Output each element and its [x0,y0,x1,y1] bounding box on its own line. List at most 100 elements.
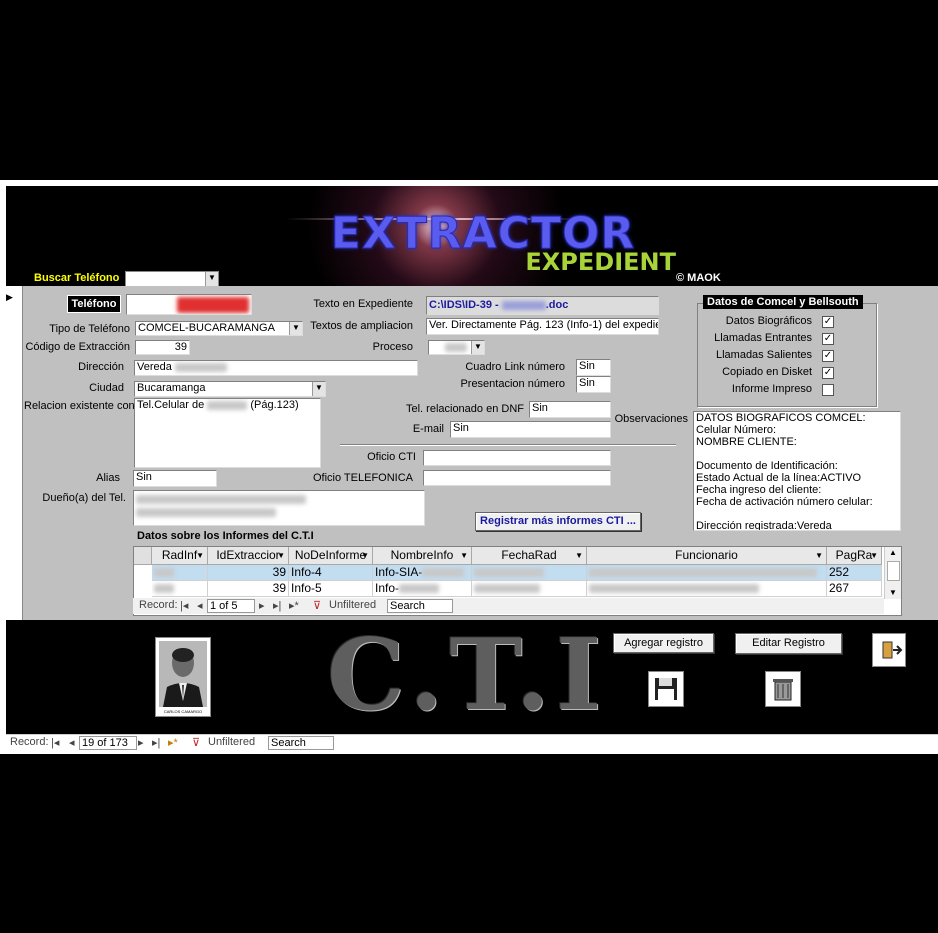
prev-record-icon[interactable]: ◂ [197,599,203,612]
col-nombreinfo[interactable]: NombreInfo ▼ [373,547,472,565]
table-cell-funcionario[interactable] [587,581,827,597]
last-record-icon[interactable]: ▸| [273,599,281,612]
editar-registro-button[interactable]: Editar Registro [735,633,842,654]
first-record-icon[interactable]: |◂ [180,599,188,612]
chevron-down-icon[interactable]: ▼ [312,382,325,396]
agregar-registro-button[interactable]: Agregar registro [613,633,714,653]
delete-button[interactable] [765,671,801,707]
chevron-down-icon[interactable]: ▼ [205,272,218,286]
new-record-icon[interactable]: ▸* [168,736,178,749]
sort-arrow-icon[interactable]: ▼ [277,547,285,564]
cti-logo: C.T.I [327,618,608,733]
texto-expediente-link[interactable]: C:\IDS\ID-39 - .doc [426,296,659,315]
tipo-combo[interactable]: COMCEL-BUCARAMANGA ▼ [135,321,303,336]
table-cell-pagra[interactable]: 267 [827,581,882,597]
sort-arrow-icon[interactable]: ▼ [575,547,583,564]
table-cell-fecharad[interactable] [472,581,587,597]
record-position-field[interactable]: 1 of 5 [207,599,255,613]
table-cell-radinf[interactable] [152,581,208,597]
last-record-icon[interactable]: ▸| [152,736,160,749]
alias-field[interactable]: Sin [133,470,217,487]
new-record-icon[interactable]: ▸* [289,599,299,612]
filter-icon[interactable]: ⊽ [313,599,321,612]
table-cell-fecharad[interactable] [472,565,587,581]
next-record-icon[interactable]: ▸ [138,736,144,749]
col-pagra[interactable]: PagRa ▼ [827,547,882,565]
table-cell-pagra[interactable]: 252 [827,565,882,581]
datos-item-checkbox[interactable]: ✓ [822,350,834,362]
telefono-field[interactable] [126,294,252,315]
sort-arrow-icon[interactable]: ▼ [870,547,878,564]
redacted-proceso [445,342,467,352]
dnf-field[interactable]: Sin [529,401,611,418]
datos-item-checkbox[interactable]: ✓ [822,316,834,328]
search-field[interactable]: Search [387,599,453,613]
observaciones-line: DATOS BIOGRAFICOS COMCEL: [696,412,866,424]
email-field[interactable]: Sin [450,421,611,438]
tipo-label: Tipo de Teléfono [49,323,130,335]
oficio-telefonica-field[interactable] [423,470,611,486]
prev-record-icon[interactable]: ◂ [69,736,75,749]
table-cell-funcionario[interactable] [587,565,827,581]
dueno-field[interactable] [133,490,425,526]
datos-comcel-title: Datos de Comcel y Bellsouth [703,295,863,309]
chevron-down-icon[interactable]: ▼ [471,341,484,354]
first-record-icon[interactable]: |◂ [51,736,59,749]
sort-arrow-icon[interactable]: ▼ [815,547,823,564]
col-nodeinforme[interactable]: NoDeInforme ▼ [289,547,373,565]
cuadro-link-field[interactable]: Sin [576,359,611,376]
filter-icon[interactable]: ⊽ [192,736,200,749]
relacion-label: Relacion existente con: [24,400,138,412]
scroll-up-icon[interactable]: ▲ [885,547,901,559]
row-selector-header [134,547,152,565]
col-idextraccion[interactable]: IdExtraccior ▼ [208,547,289,565]
record-label: Record: [139,599,178,611]
oficio-cti-field[interactable] [423,450,611,466]
observaciones-field[interactable]: DATOS BIOGRAFICOS COMCEL: Celular Número:… [693,411,901,531]
record-selector[interactable] [6,286,23,620]
scroll-down-icon[interactable]: ▼ [885,587,901,599]
filter-status[interactable]: Unfiltered [208,736,255,748]
proceso-combo[interactable]: ▼ [428,340,485,355]
ciudad-label: Ciudad [89,382,124,394]
vertical-scrollbar[interactable]: ▲ ▼ [884,547,901,599]
registrar-informes-button[interactable]: Registrar más informes CTI ... [475,512,641,531]
record-position-field[interactable]: 19 of 173 [79,736,137,750]
col-fecharad[interactable]: FechaRad ▼ [472,547,587,565]
table-cell-nombreinfo[interactable]: Info-SIA- [373,565,472,581]
sort-arrow-icon[interactable]: ▼ [460,547,468,564]
exit-button[interactable] [872,633,906,667]
table-cell-idextraccion[interactable]: 39 [208,565,289,581]
presentacion-field[interactable]: Sin [576,376,611,393]
table-cell-nodeinforme[interactable]: Info-5 [289,581,373,597]
table-cell-idextraccion[interactable]: 39 [208,581,289,597]
col-radinf-label: RadInf [161,548,198,562]
ciudad-combo[interactable]: Bucaramanga ▼ [134,381,326,397]
person-portrait-icon [159,641,207,707]
col-radinf[interactable]: RadInf ▼ [152,547,208,565]
col-funcionario[interactable]: Funcionario ▼ [587,547,827,565]
relacion-field[interactable]: Tel.Celular de (Pág.123) [134,398,321,468]
datos-item-checkbox[interactable]: ✓ [822,333,834,345]
filter-status[interactable]: Unfiltered [329,599,376,611]
datos-item-checkbox[interactable]: ✓ [822,367,834,379]
observaciones-line: Fecha de activación número celular: [696,496,873,508]
search-field[interactable]: Search [268,736,334,750]
sort-arrow-icon[interactable]: ▼ [196,547,204,564]
direccion-field[interactable]: Vereda [134,360,418,376]
ampliacion-label: Textos de ampliacion [310,320,413,332]
datos-item-checkbox[interactable] [822,384,834,396]
texto-expediente-suffix: .doc [545,299,569,311]
logo-sub: EXPEDIENT [525,248,676,276]
sort-arrow-icon[interactable]: ▼ [361,547,369,564]
search-phone-label: Buscar Teléfono [34,272,120,284]
ampliacion-field[interactable]: Ver. Directamente Pág. 123 (Info-1) del … [426,318,659,335]
codigo-field[interactable]: 39 [135,340,190,355]
next-record-icon[interactable]: ▸ [259,599,265,612]
save-button[interactable] [648,671,684,707]
table-cell-nodeinforme[interactable]: Info-4 [289,565,373,581]
scroll-thumb[interactable] [887,561,900,581]
search-phone-combo[interactable]: ▼ [125,271,219,287]
table-cell-radinf[interactable] [152,565,208,581]
table-cell-nombreinfo[interactable]: Info- [373,581,472,597]
